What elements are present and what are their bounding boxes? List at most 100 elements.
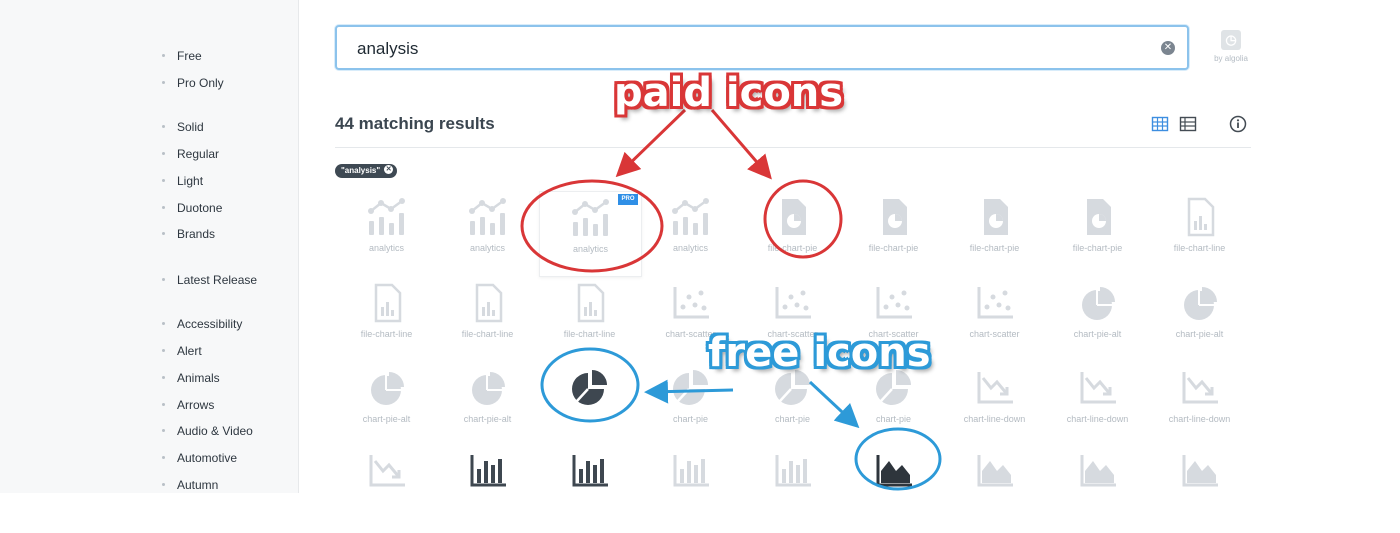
chart-area-icon — [1149, 451, 1250, 491]
file-chart-pie-icon — [843, 197, 944, 237]
icon-tile[interactable] — [742, 451, 843, 533]
file-chart-pie-icon — [944, 197, 1045, 237]
file-chart-line-icon — [336, 283, 437, 323]
icon-tile[interactable]: chart-line-down — [944, 368, 1045, 450]
sidebar-item-pro-only[interactable]: Pro Only — [162, 73, 224, 93]
bullet-icon — [162, 232, 165, 236]
sidebar-item-regular[interactable]: Regular — [162, 144, 219, 164]
icon-tile[interactable]: chart-pie — [742, 368, 843, 450]
algolia-badge[interactable]: ◷ by algolia — [1205, 30, 1257, 70]
icon-tile[interactable]: file-chart-pie — [843, 197, 944, 279]
sidebar-item-alert[interactable]: Alert — [162, 341, 202, 361]
sidebar-item-arrows[interactable]: Arrows — [162, 395, 214, 415]
sidebar-item-label: Brands — [177, 227, 216, 241]
algolia-logo: ◷ — [1221, 30, 1241, 50]
icon-tile[interactable]: analytics — [437, 197, 538, 279]
icon-tile[interactable] — [336, 451, 437, 533]
chart-bar-icon — [742, 451, 843, 491]
sidebar-item-latest-release[interactable]: Latest Release — [162, 270, 257, 290]
icon-tile[interactable]: chart-pie-alt — [437, 368, 538, 450]
bullet-icon — [162, 54, 165, 58]
icon-tile[interactable] — [843, 451, 944, 533]
icon-tile[interactable]: chart-scatter — [944, 283, 1045, 365]
icon-tile[interactable]: file-chart-line — [336, 283, 437, 365]
icon-tile[interactable]: chart-line-down — [1149, 368, 1250, 450]
chart-scatter-icon — [742, 283, 843, 323]
icon-tile[interactable]: analytics — [336, 197, 437, 279]
sidebar-item-light[interactable]: Light — [162, 171, 203, 191]
icon-tile-label: chart-line-down — [1168, 414, 1231, 424]
icon-tile-label: chart-pie — [875, 414, 911, 424]
chart-bar-icon — [437, 451, 538, 491]
icon-tile-label: chart-pie — [774, 414, 810, 424]
icon-tile[interactable]: analytics — [640, 197, 741, 279]
icon-tile[interactable]: chart-pie-alt — [1047, 283, 1148, 365]
icon-tile-label: file-chart-pie — [969, 243, 1020, 253]
icon-tile[interactable]: analytics PRO — [539, 191, 642, 277]
chart-line-down-icon — [1047, 368, 1148, 408]
table-view-icon[interactable] — [1179, 115, 1197, 133]
icon-tile[interactable] — [944, 451, 1045, 533]
chart-line-down-icon — [1149, 368, 1250, 408]
sidebar-item-animals[interactable]: Animals — [162, 368, 220, 388]
filter-chip-label: "analysis" — [341, 166, 381, 175]
grid-view-icon[interactable] — [1151, 115, 1169, 133]
sidebar-item-label: Animals — [177, 371, 220, 385]
icon-tile[interactable]: file-chart-pie — [944, 197, 1045, 279]
icon-tile[interactable] — [1149, 451, 1250, 533]
icon-tile[interactable] — [437, 451, 538, 533]
chip-close-icon[interactable]: ✕ — [384, 165, 394, 175]
filter-sidebar: Free Pro Only Solid Regular Light Duoton… — [0, 0, 299, 493]
sidebar-item-brands[interactable]: Brands — [162, 224, 215, 244]
icon-tile[interactable]: file-chart-line — [1149, 197, 1250, 279]
icon-tile[interactable] — [539, 368, 640, 450]
icon-tile[interactable]: chart-pie — [843, 368, 944, 450]
bullet-icon — [162, 403, 165, 407]
icon-tile[interactable]: chart-pie-alt — [1149, 283, 1250, 365]
icon-tile-label: analytics — [572, 244, 608, 254]
chart-pie-alt-icon — [1047, 283, 1148, 323]
file-chart-line-icon — [1149, 197, 1250, 237]
sidebar-item-autumn[interactable]: Autumn — [162, 475, 218, 495]
icon-tile-label: chart-pie-alt — [1073, 329, 1122, 339]
pro-badge: PRO — [618, 194, 638, 205]
bullet-icon — [162, 81, 165, 85]
icon-tile-label: file-chart-line — [563, 329, 616, 339]
icon-tile[interactable]: file-chart-pie — [742, 197, 843, 279]
icon-tile[interactable]: file-chart-line — [539, 283, 640, 365]
file-chart-pie-icon — [742, 197, 843, 237]
icon-tile-label: analytics — [469, 243, 505, 253]
icon-tile[interactable]: chart-line-down — [1047, 368, 1148, 450]
file-chart-pie-icon — [1047, 197, 1148, 237]
file-chart-line-icon — [539, 283, 640, 323]
chart-area-icon — [944, 451, 1045, 491]
sidebar-item-duotone[interactable]: Duotone — [162, 198, 222, 218]
icon-tile-label: chart-pie-alt — [362, 414, 411, 424]
chart-pie-alt-icon — [336, 368, 437, 408]
icon-tile-label: file-chart-line — [360, 329, 413, 339]
icon-tile[interactable]: file-chart-pie — [1047, 197, 1148, 279]
filter-chip[interactable]: "analysis" ✕ — [335, 164, 398, 178]
sidebar-item-audio-video[interactable]: Audio & Video — [162, 421, 253, 441]
icon-tile[interactable] — [1047, 451, 1148, 533]
sidebar-item-accessibility[interactable]: Accessibility — [162, 314, 242, 334]
sidebar-item-automotive[interactable]: Automotive — [162, 448, 237, 468]
info-icon[interactable] — [1229, 115, 1247, 133]
results-count: 44 matching results — [335, 114, 495, 133]
chart-area-icon — [1047, 451, 1148, 491]
chart-bar-icon — [539, 451, 640, 491]
bullet-icon — [162, 349, 165, 353]
icon-tile[interactable] — [539, 451, 640, 533]
sidebar-item-solid[interactable]: Solid — [162, 117, 204, 137]
search-input[interactable] — [355, 36, 1139, 62]
icon-tile[interactable]: file-chart-line — [437, 283, 538, 365]
icon-tile[interactable]: chart-pie — [640, 368, 741, 450]
icon-tile[interactable] — [640, 451, 741, 533]
results-divider — [335, 147, 1251, 148]
sidebar-item-label: Pro Only — [177, 76, 224, 90]
icon-tile-label: file-chart-line — [1173, 243, 1226, 253]
close-icon[interactable]: ✕ — [1161, 41, 1175, 55]
sidebar-item-free[interactable]: Free — [162, 46, 202, 66]
icon-tile[interactable]: chart-pie-alt — [336, 368, 437, 450]
chart-line-down-icon — [336, 451, 437, 491]
